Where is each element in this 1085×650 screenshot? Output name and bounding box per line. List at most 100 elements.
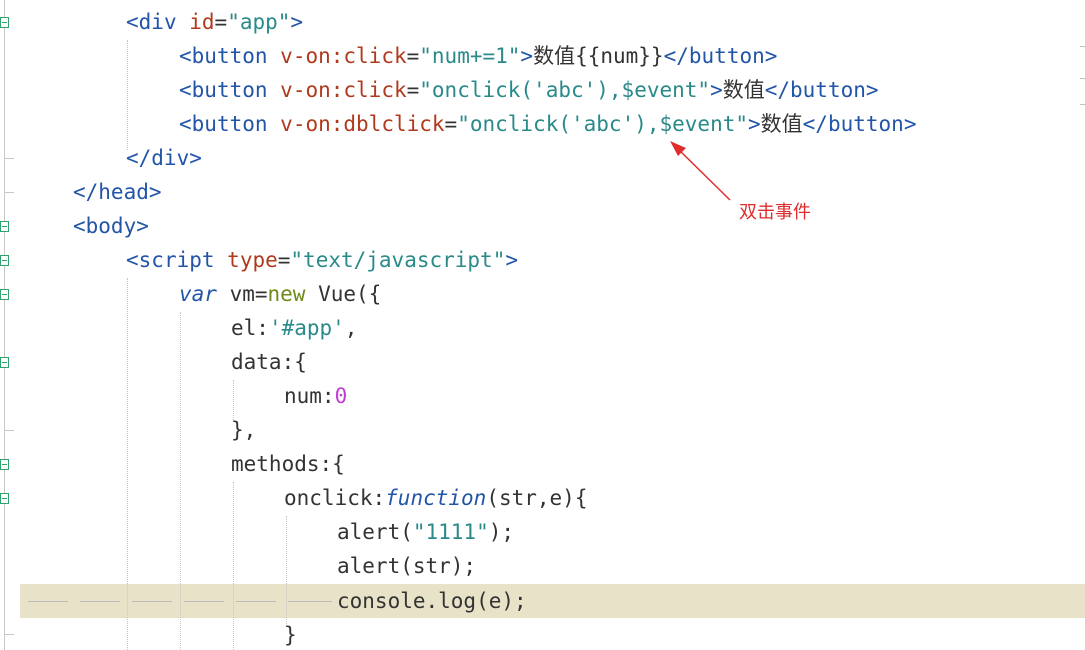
code-token: button [191,112,268,136]
fold-gutter [0,0,20,650]
code-token: < [179,44,192,68]
code-line[interactable]: el:'#app', [231,311,357,345]
fold-end-tick [4,192,14,193]
annotation-label: 双击事件 [739,202,811,223]
code-token: type [227,248,278,272]
code-line[interactable]: <button v-on:dblclick="onclick('abc'),$e… [179,107,916,141]
scroll-marker [1080,104,1085,105]
code-token: < [126,10,139,34]
code-token: > [520,44,534,68]
code-token: vm= [216,282,268,306]
code-token: , [344,316,358,340]
code-token: > [505,248,518,272]
fold-toggle-icon[interactable] [0,493,9,504]
code-token: button [191,44,268,68]
code-token: button [688,44,765,68]
fold-toggle-icon[interactable] [0,357,9,368]
code-line[interactable]: alert(str); [337,549,476,583]
fold-toggle-icon[interactable] [0,459,9,470]
fold-toggle-icon[interactable] [0,221,9,232]
code-line[interactable]: <script type="text/javascript"> [126,243,518,277]
indent-dash [288,601,332,602]
code-token: onclick: [284,486,386,510]
code-token: div [138,10,177,34]
indent-dash [80,601,120,602]
code-token: < [179,78,192,102]
code-token: = [277,248,291,272]
code-token: > [764,44,778,68]
code-token: v-on:click [280,78,407,102]
indent-dash [236,601,276,602]
code-token: "app" [227,10,291,34]
code-token: id [189,10,215,34]
code-token: button [790,78,866,102]
fold-end-tick [4,634,14,635]
code-line[interactable]: onclick:function(str,e){ [284,481,587,515]
code-line[interactable]: num:0 [284,379,347,413]
code-line[interactable]: methods:{ [231,447,345,481]
code-token: "text/javascript" [290,248,506,272]
code-token: 数值 [760,112,803,136]
code-token: < [126,248,139,272]
code-line[interactable]: <button v-on:click="num+=1">数值{{num}}</b… [179,39,777,73]
code-token: = [406,44,420,68]
indent-guide [127,278,128,650]
code-line[interactable]: </head> [73,175,162,209]
indent-dash [184,601,224,602]
code-token: button [827,112,904,136]
code-line[interactable]: alert("1111"); [337,515,514,549]
code-token: = [214,10,228,34]
code-line[interactable]: </div> [126,141,202,175]
code-token: 数值{{num}} [533,44,664,68]
code-token: 数值 [722,78,765,102]
code-token: </ [802,112,828,136]
code-token: < [179,112,192,136]
code-line[interactable]: var vm=new Vue({ [179,277,381,311]
code-token: new [267,282,306,306]
code-token: function [385,486,487,510]
scroll-marker [1080,46,1085,47]
code-line-current[interactable]: console.log(e); [337,584,527,618]
code-token: ); [488,520,515,544]
code-token: </ [663,44,689,68]
scroll-marker [1080,78,1085,79]
code-token: button [191,78,268,102]
fold-toggle-icon[interactable] [0,289,9,300]
code-token: "onclick('abc'),$event" [419,78,711,102]
code-line[interactable]: <button v-on:click="onclick('abc'),$even… [179,73,879,107]
code-token: num: [284,384,335,408]
code-token: = [444,112,458,136]
code-line[interactable]: } [284,618,297,650]
code-editor[interactable]: <div id="app"> <button v-on:click="num+=… [0,0,1085,650]
code-line[interactable]: data:{ [231,345,307,379]
code-token: > [748,112,761,136]
gutter-line [4,0,5,650]
code-token: Vue({ [305,282,382,306]
indent-dash [28,601,68,602]
code-line[interactable]: <body> [73,209,149,243]
fold-toggle-icon[interactable] [0,255,9,266]
code-token: > [903,112,917,136]
code-token: script [138,248,215,272]
code-token: > [290,10,304,34]
code-token: > [710,78,723,102]
indent-dash [132,601,172,602]
code-token: v-on:dblclick [280,112,445,136]
code-line[interactable]: }, [231,413,256,447]
fold-end-tick [4,158,14,159]
fold-end-tick [4,430,14,431]
code-token: "1111" [412,520,489,544]
fold-toggle-icon[interactable] [0,17,9,28]
code-token: "onclick('abc'),$event" [457,112,748,136]
code-token: alert( [337,520,413,544]
code-line[interactable]: <div id="app"> [126,5,303,39]
code-token: (str,e){ [486,486,588,510]
indent-guide [286,516,287,626]
code-token: </ [764,78,791,102]
code-token: 0 [334,384,348,408]
